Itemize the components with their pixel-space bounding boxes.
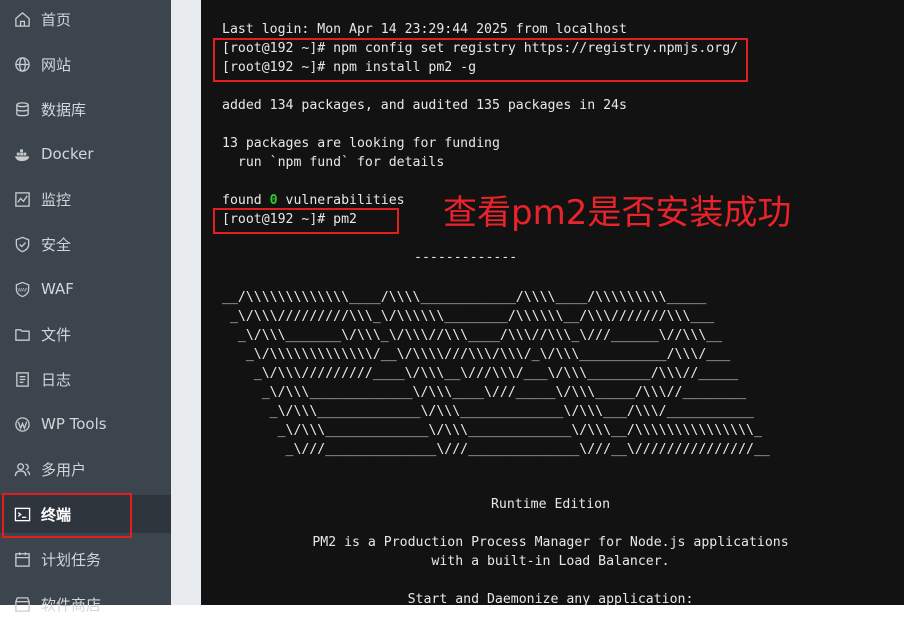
sidebar-item-label: 多用户	[41, 460, 87, 479]
sidebar-item-label: 日志	[41, 370, 72, 389]
sidebar-item-monitor[interactable]: 监控	[0, 180, 171, 218]
terminal-line-funding-details: run `npm fund` for details	[222, 155, 445, 170]
pm2-ascii-logo-line: __/\\\\\\\\\\\\\____/\\\\____________/\\…	[222, 290, 707, 305]
pm2-ascii-logo-line: _\/\\\_____________\/\\\____\///_____\/\…	[222, 385, 747, 400]
terminal-line-start: Start and Daemonize any application:	[407, 592, 694, 605]
sidebar: 首页 网站 数据库 Docker 监控 安全 WAF WAF 文件 日志 WP …	[0, 0, 171, 614]
terminal-line-pm2-desc: PM2 is a Production Process Manager for …	[312, 535, 789, 550]
sidebar-highlight-box	[2, 493, 132, 538]
sidebar-item-label: 数据库	[41, 100, 87, 119]
sidebar-item-label: 计划任务	[41, 550, 102, 569]
pm2-ascii-logo-line: _\/\\\\\\\\\\\\\/__\/\\\\///\\\/\\\/_\/\…	[222, 347, 731, 362]
pm2-ascii-logo-line: _\///______________\///______________\//…	[222, 442, 770, 457]
calendar-icon	[13, 550, 31, 568]
pm2-ascii-logo-line: _\/\\\_____________\/\\\_____________\/\…	[222, 404, 754, 419]
pm2-ascii-logo-line: _\/\\\/////////____\/\\\__\///\\\/___\/\…	[222, 366, 739, 381]
pm2-ascii-logo-line: _\/\\\/////////\\\_\/\\\\\\________/\\\\…	[222, 309, 715, 324]
wordpress-icon	[13, 415, 31, 433]
terminal-line-runtime: Runtime Edition	[490, 497, 611, 512]
panel-gutter	[171, 0, 201, 605]
vulnerability-count: 0	[269, 193, 278, 208]
users-icon	[13, 460, 31, 478]
database-icon	[13, 100, 31, 118]
sidebar-item-label: 网站	[41, 55, 72, 74]
terminal-highlight-install	[213, 38, 748, 82]
sidebar-item-label: 安全	[41, 235, 72, 254]
sidebar-item-multi-user[interactable]: 多用户	[0, 450, 171, 488]
sidebar-item-security[interactable]: 安全	[0, 225, 171, 263]
terminal-line-pm2-desc-2: with a built-in Load Balancer.	[431, 554, 670, 569]
home-icon	[13, 10, 31, 28]
pm2-ascii-logo-line: _\/\\\_____________\/\\\_____________\/\…	[222, 423, 762, 438]
sidebar-item-cron[interactable]: 计划任务	[0, 540, 171, 578]
waf-icon: WAF	[13, 280, 31, 298]
sidebar-item-database[interactable]: 数据库	[0, 90, 171, 128]
terminal-line-funding: 13 packages are looking for funding	[222, 136, 500, 151]
terminal-line-added: added 134 packages, and audited 135 pack…	[222, 98, 627, 113]
sidebar-item-home[interactable]: 首页	[0, 0, 171, 38]
sidebar-item-label: 文件	[41, 325, 72, 344]
sidebar-item-label: 首页	[41, 10, 72, 29]
sidebar-item-label: 软件商店	[41, 595, 102, 614]
sidebar-item-label: WP Tools	[41, 415, 107, 433]
sidebar-item-label: WAF	[41, 280, 74, 298]
sidebar-item-docker[interactable]: Docker	[0, 135, 171, 173]
pm2-ascii-logo-line: _\/\\\_______\/\\\_\/\\\//\\\____/\\\//\…	[222, 328, 723, 343]
sidebar-item-label: 监控	[41, 190, 72, 209]
log-icon	[13, 370, 31, 388]
monitor-icon	[13, 190, 31, 208]
shield-icon	[13, 235, 31, 253]
globe-icon	[13, 55, 31, 73]
sidebar-item-store[interactable]: 软件商店	[0, 585, 171, 623]
sidebar-item-label: Docker	[41, 145, 94, 163]
terminal-panel[interactable]: Last login: Mon Apr 14 23:29:44 2025 fro…	[201, 0, 904, 605]
docker-icon	[13, 145, 31, 163]
sidebar-item-website[interactable]: 网站	[0, 45, 171, 83]
terminal-highlight-pm2	[213, 208, 399, 234]
svg-text:WAF: WAF	[17, 287, 28, 293]
folder-icon	[13, 325, 31, 343]
sidebar-item-logs[interactable]: 日志	[0, 360, 171, 398]
sidebar-item-wp-tools[interactable]: WP Tools	[0, 405, 171, 443]
sidebar-item-waf[interactable]: WAF WAF	[0, 270, 171, 308]
terminal-line-dashes: -------------	[414, 250, 518, 265]
sidebar-item-files[interactable]: 文件	[0, 315, 171, 353]
store-icon	[13, 595, 31, 613]
terminal-line-login: Last login: Mon Apr 14 23:29:44 2025 fro…	[222, 22, 627, 37]
annotation-text: 查看pm2是否安装成功	[443, 193, 792, 233]
